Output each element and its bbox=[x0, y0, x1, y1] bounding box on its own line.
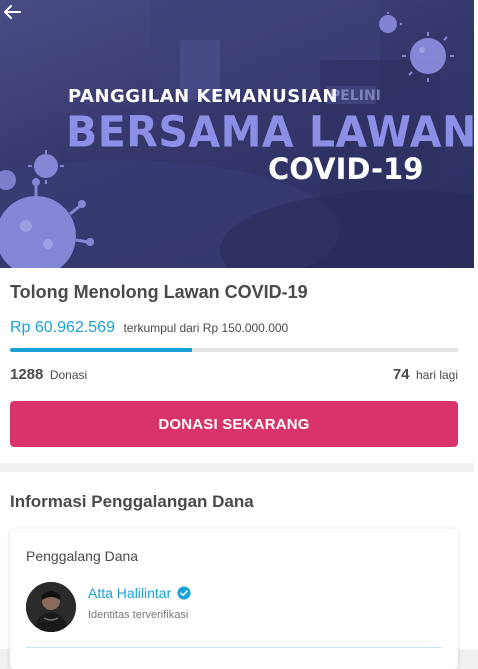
progress-bar-fill bbox=[10, 348, 192, 352]
donation-count-value: 1288 bbox=[10, 366, 44, 383]
days-remaining: 74 hari lagi bbox=[393, 366, 458, 384]
donation-count: 1288 Donasi bbox=[10, 366, 87, 384]
virus-icon bbox=[379, 12, 402, 33]
campaign-summary-card: Tolong Menolong Lawan COVID-19 Rp 60.962… bbox=[0, 268, 474, 463]
avatar-photo bbox=[26, 582, 76, 632]
scroll-edge bbox=[474, 0, 478, 649]
amount-target: terkumpul dari Rp 150.000.000 bbox=[123, 321, 289, 335]
days-remaining-value: 74 bbox=[392, 366, 410, 383]
amount-row: Rp 60.962.569 terkumpul dari Rp 150.000.… bbox=[10, 319, 288, 337]
progress-bar bbox=[10, 348, 458, 352]
donation-count-label: Donasi bbox=[49, 368, 88, 382]
verified-status: Identitas terverifikasi bbox=[88, 609, 189, 621]
fundraiser-card: Penggalang Dana Atta Halilintar Identita… bbox=[10, 529, 458, 669]
fundraiser-name-text: Atta Halilintar bbox=[88, 585, 172, 601]
arrow-left-icon[interactable] bbox=[0, 0, 24, 24]
banner-headline-top: PANGGILAN KEMANUSIAN bbox=[68, 86, 338, 107]
campaign-banner: PELINI PANGGILAN KEMANUSIAN BERSAMA LAWA… bbox=[0, 0, 474, 268]
banner-headline-main: BERSAMA LAWAN bbox=[66, 106, 474, 158]
donate-now-button[interactable]: DONASI SEKARANG bbox=[10, 401, 458, 447]
fundraiser-name[interactable]: Atta Halilintar bbox=[88, 585, 191, 601]
banner-headline-bottom: COVID-19 bbox=[268, 152, 424, 186]
campaign-title: Tolong Menolong Lawan COVID-19 bbox=[10, 282, 308, 302]
days-remaining-label: hari lagi bbox=[415, 368, 458, 382]
section-title: Informasi Penggalangan Dana bbox=[10, 492, 254, 511]
divider bbox=[26, 647, 442, 648]
amount-collected: Rp 60.962.569 bbox=[10, 319, 115, 336]
avatar[interactable] bbox=[26, 582, 76, 632]
fundraiser-info-section: Informasi Penggalangan Dana Penggalang D… bbox=[0, 472, 474, 669]
verified-check-icon bbox=[177, 586, 191, 600]
fundraiser-label: Penggalang Dana bbox=[26, 548, 139, 564]
